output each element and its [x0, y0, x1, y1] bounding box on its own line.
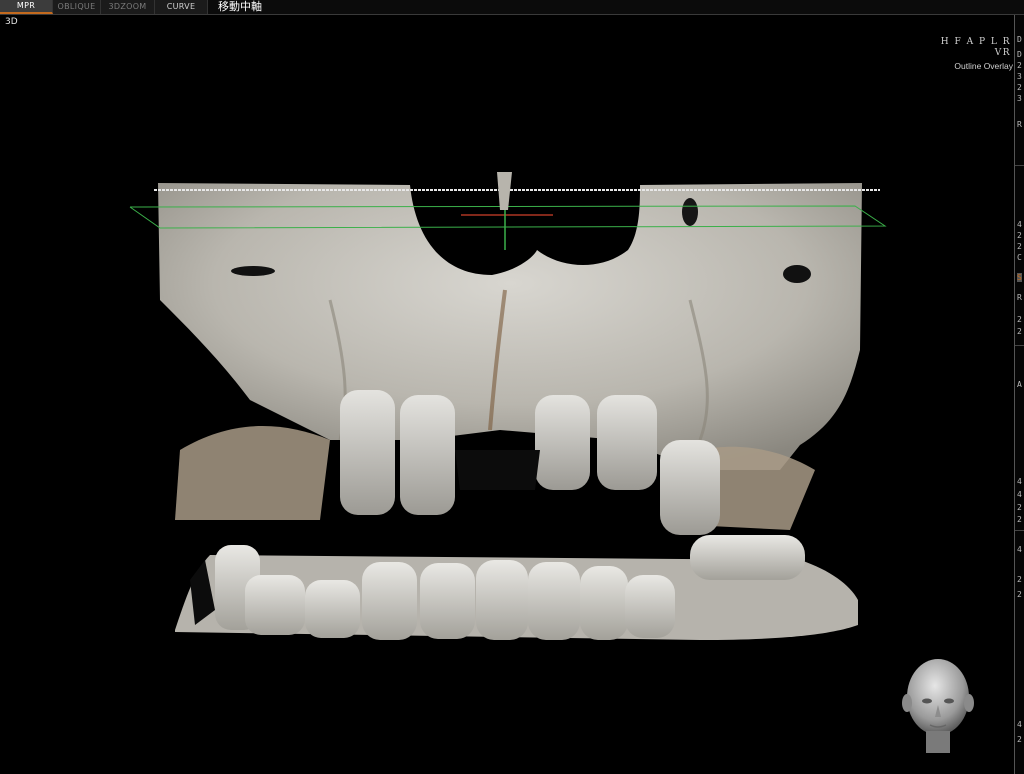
status-text: 移動中軸 — [218, 0, 262, 13]
side-glyph: A — [1017, 380, 1022, 389]
side-glyph-selected[interactable]: S — [1017, 273, 1022, 282]
side-glyph: C — [1017, 253, 1022, 262]
tab-3dzoom[interactable]: 3DZOOM — [101, 0, 155, 14]
side-glyph: 4 — [1017, 220, 1022, 229]
side-glyph: 2 — [1017, 575, 1022, 584]
volume-render-viewport[interactable] — [0, 15, 1012, 774]
lower-teeth — [175, 535, 858, 640]
side-glyph: 3 — [1017, 72, 1022, 81]
tab-oblique[interactable]: OBLIQUE — [53, 0, 101, 14]
side-glyph: 4 — [1017, 720, 1022, 729]
side-glyph: 2 — [1017, 83, 1022, 92]
view-tabs: MPR OBLIQUE 3DZOOM CURVE — [0, 0, 208, 14]
toolbar: MPR OBLIQUE 3DZOOM CURVE 移動中軸 — [0, 0, 1024, 15]
side-glyph: 2 — [1017, 327, 1022, 336]
side-glyph: 2 — [1017, 503, 1022, 512]
side-panel: D D 2 3 2 3 R 4 2 2 C S R 2 2 A 4 4 2 2 … — [1014, 15, 1024, 774]
side-glyph: 4 — [1017, 545, 1022, 554]
side-glyph: D — [1017, 35, 1022, 44]
side-glyph: 3 — [1017, 94, 1022, 103]
side-glyph: 4 — [1017, 477, 1022, 486]
side-glyph: 2 — [1017, 590, 1022, 599]
tab-mpr[interactable]: MPR — [0, 0, 53, 14]
side-glyph: 2 — [1017, 735, 1022, 744]
side-glyph: 2 — [1017, 315, 1022, 324]
side-glyph: 2 — [1017, 515, 1022, 524]
side-glyph: R — [1017, 120, 1022, 129]
side-glyph: R — [1017, 293, 1022, 302]
head-orientation-icon[interactable] — [899, 655, 977, 763]
side-glyph: 2 — [1017, 61, 1022, 70]
side-glyph: 2 — [1017, 231, 1022, 240]
side-glyph: 2 — [1017, 242, 1022, 251]
tab-curve[interactable]: CURVE — [155, 0, 208, 14]
side-glyph: 4 — [1017, 490, 1022, 499]
side-glyph: D — [1017, 50, 1022, 59]
